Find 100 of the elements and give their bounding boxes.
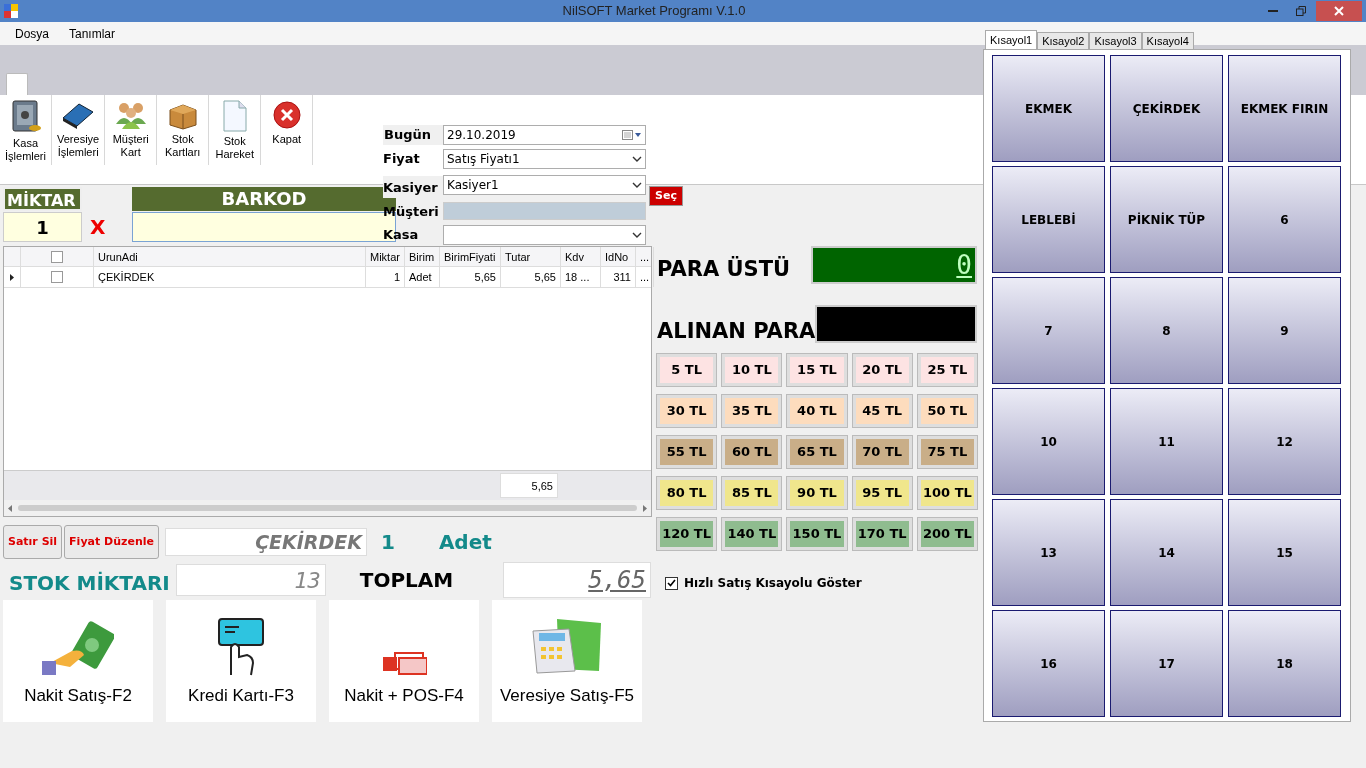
shortcut-button[interactable]: 17 [1110, 610, 1223, 717]
shortcut-button[interactable]: 15 [1228, 499, 1341, 606]
money-button[interactable]: 55 TL [657, 436, 717, 468]
received-display[interactable] [815, 305, 977, 344]
money-button[interactable]: 80 TL [657, 477, 717, 509]
shortcut-button[interactable]: 12 [1228, 388, 1341, 495]
shortcut-tab[interactable]: Kısayol3 [1089, 32, 1142, 49]
money-button[interactable]: 50 TL [917, 395, 977, 427]
money-button[interactable]: 25 TL [917, 354, 977, 386]
price-select[interactable]: Satış Fiyatı1 [443, 149, 646, 169]
money-button[interactable]: 5 TL [657, 354, 717, 386]
shortcut-tab[interactable]: Kısayol1 [985, 30, 1038, 49]
money-button[interactable]: 15 TL [787, 354, 847, 386]
shortcut-button[interactable]: 10 [992, 388, 1105, 495]
shortcut-button[interactable]: 11 [1110, 388, 1223, 495]
toolbar-button[interactable]: Stok Hareket [209, 95, 262, 165]
toolbar-button[interactable]: Kasa İşlemleri [0, 95, 52, 165]
calendar-icon [622, 130, 642, 140]
header-checkbox[interactable] [51, 251, 63, 263]
payment-button[interactable]: Nakit + POS-F4 [329, 600, 479, 722]
safe-icon [10, 100, 41, 134]
customer-field[interactable] [443, 202, 646, 221]
shortcut-button[interactable]: EKMEK FIRIN [1228, 55, 1341, 162]
shortcut-button[interactable]: EKMEK [992, 55, 1105, 162]
received-label: ALINAN PARA [657, 317, 816, 345]
column-header[interactable]: Miktar [366, 247, 405, 267]
toolbar-button[interactable]: Müşteri Kart [105, 95, 158, 165]
card-hand-icon [217, 616, 265, 677]
shortcut-button[interactable]: 7 [992, 277, 1105, 384]
money-button[interactable]: 95 TL [852, 477, 912, 509]
shortcut-button[interactable]: 9 [1228, 277, 1341, 384]
money-button[interactable]: 170 TL [852, 518, 912, 550]
action-button[interactable]: Fiyat Düzenle [64, 525, 159, 559]
close-icon [271, 100, 302, 130]
horizontal-scrollbar[interactable] [4, 500, 651, 516]
payment-button[interactable]: Veresiye Satış-F5 [492, 600, 642, 722]
money-button[interactable]: 60 TL [722, 436, 782, 468]
table-cell: 5,65 [440, 267, 501, 287]
register-select[interactable] [443, 225, 646, 245]
shortcut-button[interactable]: 16 [992, 610, 1105, 717]
menu-item[interactable]: Dosya [15, 24, 49, 43]
toolbar-button[interactable]: Kapat [261, 95, 314, 165]
table-cell: 5,65 [501, 267, 561, 287]
column-header[interactable]: Kdv [561, 247, 601, 267]
money-button[interactable]: 45 TL [852, 395, 912, 427]
times-sign: X [90, 214, 107, 241]
money-button[interactable]: 140 TL [722, 518, 782, 550]
money-button[interactable]: 20 TL [852, 354, 912, 386]
toolbar-button[interactable]: Stok Kartları [157, 95, 210, 165]
shortcut-button[interactable]: 18 [1228, 610, 1341, 717]
table-cell: ... [636, 267, 655, 287]
shortcut-button[interactable]: PİKNİK TÜP [1110, 166, 1223, 273]
shortcut-button[interactable]: 6 [1228, 166, 1341, 273]
column-header[interactable]: Tutar [501, 247, 561, 267]
quick-sale-checkbox[interactable]: Hızlı Satış Kısayolu Göster [665, 574, 983, 592]
row-checkbox[interactable] [51, 271, 63, 283]
shortcut-button[interactable]: 14 [1110, 499, 1223, 606]
column-header[interactable]: IdNo [601, 247, 636, 267]
money-button[interactable]: 70 TL [852, 436, 912, 468]
ribbon-tab[interactable] [6, 73, 28, 95]
checkbox[interactable] [665, 576, 678, 590]
money-button[interactable]: 85 TL [722, 477, 782, 509]
select-button[interactable]: Seç [649, 186, 683, 207]
action-button[interactable]: Satır Sil [3, 525, 63, 559]
cashier-select[interactable]: Kasiyer1 [443, 175, 646, 196]
menu-item[interactable]: Tanımlar [69, 24, 116, 43]
payment-button[interactable]: Kredi Kartı-F3 [166, 600, 316, 722]
money-button[interactable]: 40 TL [787, 395, 847, 427]
column-header[interactable]: Birim [405, 247, 440, 267]
shortcut-button[interactable]: 13 [992, 499, 1105, 606]
shortcut-tab[interactable]: Kısayol2 [1037, 32, 1090, 49]
column-header[interactable]: ... [636, 247, 655, 267]
money-button[interactable]: 10 TL [722, 354, 782, 386]
money-button[interactable]: 35 TL [722, 395, 782, 427]
change-label: PARA ÜSTÜ [657, 255, 790, 283]
scroll-left-icon [8, 504, 12, 512]
shortcut-button[interactable]: 8 [1110, 277, 1223, 384]
date-picker[interactable]: 29.10.2019 [443, 125, 646, 145]
shortcut-button[interactable]: ÇEKİRDEK [1110, 55, 1223, 162]
money-button[interactable]: 120 TL [657, 518, 717, 550]
document-icon [221, 100, 248, 132]
money-button[interactable]: 200 TL [917, 518, 977, 550]
quantity-label: MİKTAR [3, 187, 82, 211]
toolbar-button[interactable]: Veresiye İşlemleri [52, 95, 106, 165]
money-button[interactable]: 65 TL [787, 436, 847, 468]
column-header[interactable]: UrunAdi [94, 247, 366, 267]
payment-button[interactable]: Nakit Satış-F2 [3, 600, 153, 722]
column-header[interactable]: BirimFiyati [440, 247, 501, 267]
product-unit: Adet [438, 529, 492, 556]
shortcut-tab[interactable]: Kısayol4 [1141, 32, 1194, 49]
chevron-down-icon [632, 182, 642, 189]
money-button[interactable]: 150 TL [787, 518, 847, 550]
quantity-field[interactable]: 1 [3, 212, 82, 242]
people-icon [114, 100, 147, 130]
money-button[interactable]: 75 TL [917, 436, 977, 468]
money-button[interactable]: 100 TL [917, 477, 977, 509]
money-button[interactable]: 90 TL [787, 477, 847, 509]
money-button[interactable]: 30 TL [657, 395, 717, 427]
close-button[interactable] [1316, 1, 1362, 21]
shortcut-button[interactable]: LEBLEBİ [992, 166, 1105, 273]
